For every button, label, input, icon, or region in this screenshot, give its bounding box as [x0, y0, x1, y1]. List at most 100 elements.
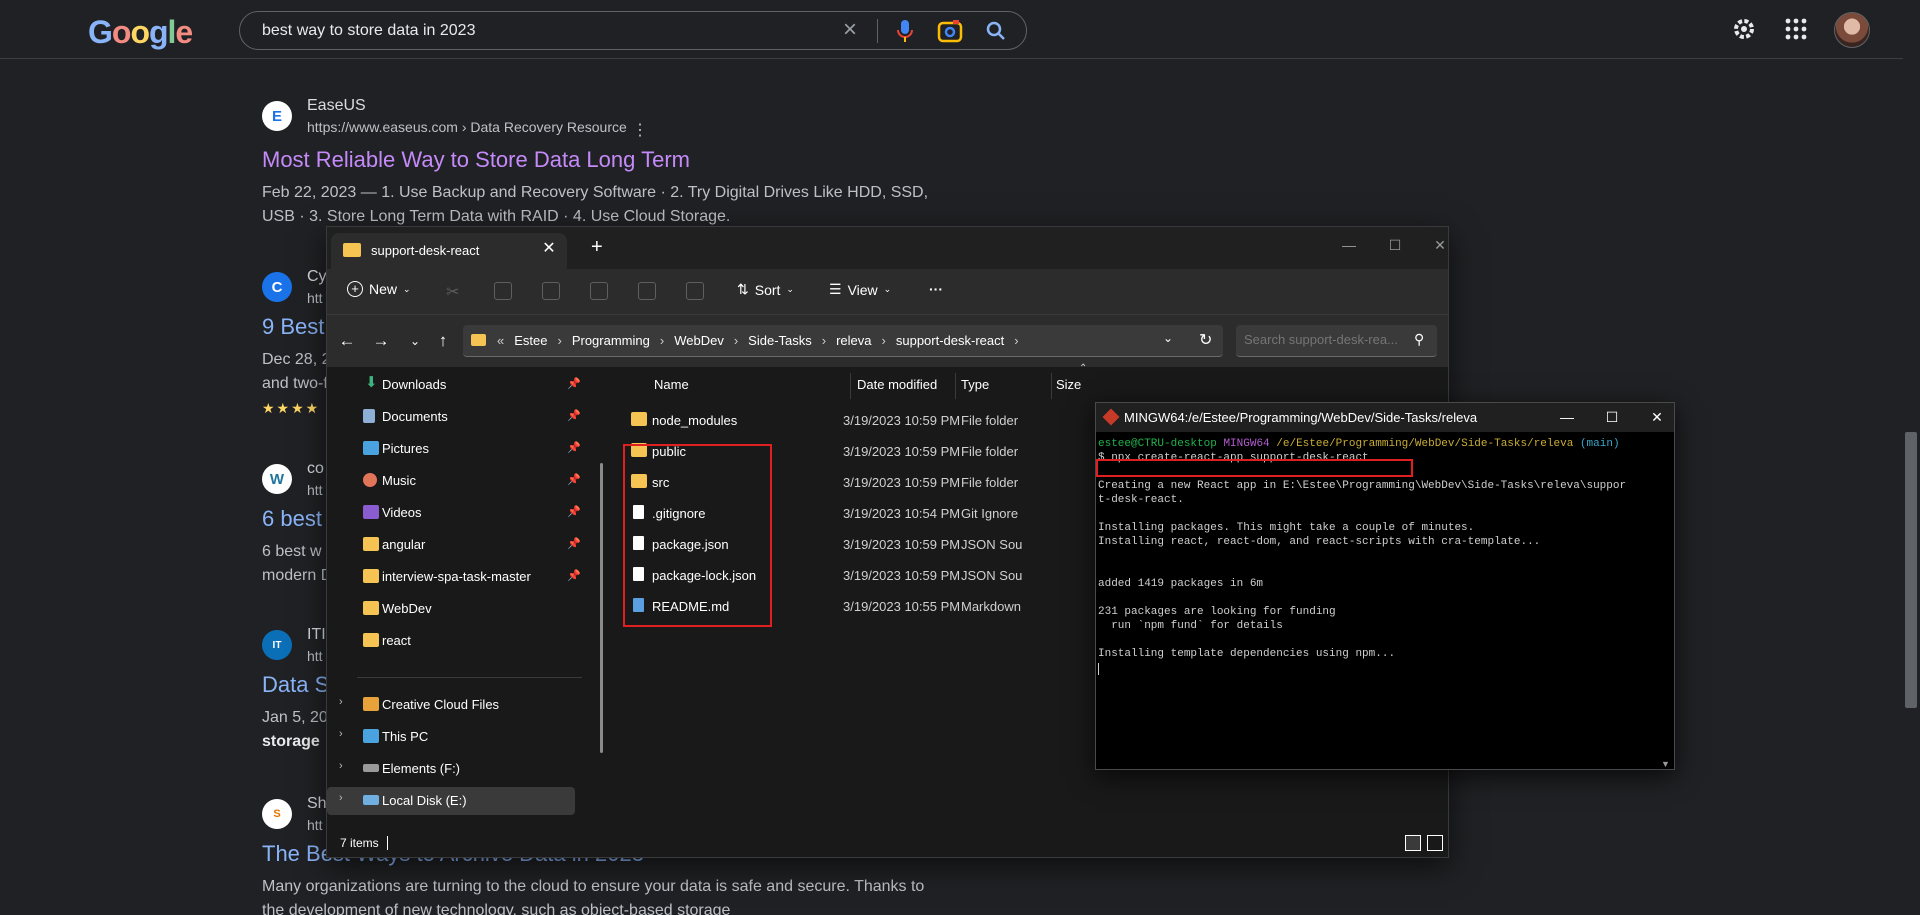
pin-icon[interactable]: 📌: [567, 505, 581, 518]
site-url[interactable]: https://www.easeus.com › Data Recovery R…: [307, 119, 627, 135]
pin-icon[interactable]: 📌: [567, 473, 581, 486]
column-header-date[interactable]: Date modified: [857, 377, 937, 392]
page-scrollbar-thumb[interactable]: [1905, 432, 1917, 708]
address-bar[interactable]: « Estee › Programming › WebDev › Side-Tasks…: [463, 325, 1223, 357]
breadcrumb-item[interactable]: Programming: [568, 333, 654, 348]
search-input[interactable]: [262, 20, 822, 42]
pin-icon[interactable]: 📌: [567, 409, 581, 422]
nav-item-music[interactable]: Music 📌: [327, 467, 581, 495]
delete-icon[interactable]: [686, 282, 704, 300]
nav-item-this-pc[interactable]: › This PC: [327, 723, 575, 751]
result-title-link[interactable]: 9 Best: [262, 314, 324, 340]
more-options-icon[interactable]: ⋮: [632, 120, 648, 140]
nav-item-pictures[interactable]: Pictures 📌: [327, 435, 581, 463]
up-icon[interactable]: ↑: [433, 329, 453, 353]
sort-button[interactable]: ⇅ Sort ⌄: [737, 281, 794, 298]
site-name[interactable]: Sh: [307, 795, 327, 813]
nav-pane-scrollbar[interactable]: [600, 463, 603, 753]
nav-item-webdev[interactable]: WebDev: [327, 595, 575, 623]
rename-icon[interactable]: [590, 282, 608, 300]
tiles-view-icon[interactable]: [1427, 835, 1443, 851]
column-divider[interactable]: [1051, 373, 1052, 399]
result-title-link[interactable]: Most Reliable Way to Store Data Long Ter…: [262, 147, 690, 173]
apps-icon[interactable]: [1785, 18, 1807, 40]
more-button[interactable]: ···: [929, 281, 943, 297]
result-title-link[interactable]: Data S: [262, 672, 329, 698]
share-icon[interactable]: [638, 282, 656, 300]
avatar[interactable]: [1834, 12, 1870, 48]
pin-icon[interactable]: 📌: [567, 569, 581, 582]
nav-item-angular[interactable]: angular 📌: [327, 531, 581, 559]
maximize-icon[interactable]: ☐: [1380, 233, 1410, 257]
nav-item-documents[interactable]: Documents 📌: [327, 403, 581, 431]
nav-item-react[interactable]: react: [327, 627, 575, 655]
back-icon[interactable]: ←: [337, 329, 357, 353]
search-icon[interactable]: [984, 19, 1008, 43]
column-header-size[interactable]: Size: [1056, 377, 1081, 392]
terminal-output[interactable]: estee@CTRU-desktop MINGW64 /e/Estee/Prog…: [1098, 432, 1658, 768]
explorer-search[interactable]: ⚲: [1236, 325, 1437, 357]
address-row: ← → ⌄ ↑ « Estee › Programming › WebDev › Si…: [327, 315, 1448, 367]
chevron-right-icon[interactable]: ›: [339, 728, 343, 740]
pin-icon[interactable]: 📌: [567, 537, 581, 550]
pin-icon[interactable]: 📌: [567, 441, 581, 454]
chevron-right-icon[interactable]: ›: [339, 760, 343, 772]
close-icon[interactable]: ✕: [1425, 233, 1455, 257]
site-url[interactable]: htt: [307, 482, 323, 498]
column-divider[interactable]: [955, 373, 956, 399]
site-name[interactable]: Cy: [307, 268, 327, 286]
details-view-icon[interactable]: [1405, 835, 1421, 851]
mic-icon[interactable]: [893, 18, 917, 44]
column-divider[interactable]: [850, 373, 851, 399]
breadcrumb-item[interactable]: releva: [832, 333, 875, 348]
paste-icon[interactable]: [542, 282, 560, 300]
site-url[interactable]: htt: [307, 290, 323, 306]
pin-icon[interactable]: 📌: [567, 377, 581, 390]
site-url[interactable]: htt: [307, 648, 323, 664]
new-tab-icon[interactable]: +: [591, 237, 603, 257]
minimize-icon[interactable]: —: [1555, 407, 1579, 427]
refresh-icon[interactable]: ↻: [1199, 330, 1212, 350]
scroll-down-icon[interactable]: ▼: [1661, 759, 1670, 769]
forward-icon[interactable]: →: [371, 329, 391, 353]
chevron-right-icon[interactable]: ›: [339, 792, 343, 804]
cut-icon[interactable]: ✂: [446, 282, 464, 301]
column-header-type[interactable]: Type: [961, 377, 989, 392]
search-box[interactable]: ×: [239, 11, 1027, 50]
breadcrumb-item[interactable]: WebDev: [670, 333, 728, 348]
chevron-down-icon[interactable]: ⌄: [1163, 331, 1173, 345]
breadcrumb-item[interactable]: Estee: [510, 333, 551, 348]
site-url[interactable]: htt: [307, 817, 323, 833]
close-icon[interactable]: ✕: [1645, 407, 1669, 427]
breadcrumb-item[interactable]: support-desk-react: [892, 333, 1008, 348]
search-icon[interactable]: ⚲: [1414, 331, 1424, 348]
explorer-tab[interactable]: support-desk-react ✕: [331, 233, 567, 269]
recent-locations-icon[interactable]: ⌄: [405, 329, 425, 353]
drive-icon: [363, 764, 379, 772]
nav-item-interview-spa-task-master[interactable]: interview-spa-task-master 📌: [327, 563, 581, 591]
nav-item-creative-cloud-files[interactable]: › Creative Cloud Files: [327, 691, 575, 719]
chevron-right-icon[interactable]: ›: [339, 696, 343, 708]
maximize-icon[interactable]: ☐: [1600, 407, 1624, 427]
google-logo[interactable]: Google: [88, 14, 193, 51]
nav-item-downloads[interactable]: ⬇ Downloads 📌: [327, 371, 581, 399]
close-icon[interactable]: ×: [838, 18, 862, 42]
terminal-scrollbar[interactable]: ▼: [1658, 432, 1674, 769]
lens-icon[interactable]: [937, 19, 963, 43]
column-header-name[interactable]: Name: [654, 377, 689, 392]
site-name[interactable]: ITI: [307, 626, 326, 644]
result-title-link[interactable]: 6 best: [262, 506, 322, 532]
site-name[interactable]: co: [307, 460, 324, 478]
view-button[interactable]: ☰ View ⌄: [829, 281, 891, 298]
breadcrumb-item[interactable]: Side-Tasks: [744, 333, 816, 348]
nav-item-elements-f[interactable]: › Elements (F:): [327, 755, 575, 783]
minimize-icon[interactable]: —: [1334, 233, 1364, 257]
close-tab-icon[interactable]: ✕: [539, 239, 559, 259]
nav-item-videos[interactable]: Videos 📌: [327, 499, 581, 527]
nav-item-local-disk-e[interactable]: › Local Disk (E:): [327, 787, 575, 815]
gear-icon[interactable]: [1731, 16, 1757, 42]
copy-icon[interactable]: [494, 282, 512, 300]
explorer-search-input[interactable]: [1244, 332, 1404, 347]
new-button[interactable]: + New ⌄: [347, 281, 411, 297]
site-name[interactable]: EaseUS: [307, 97, 366, 115]
